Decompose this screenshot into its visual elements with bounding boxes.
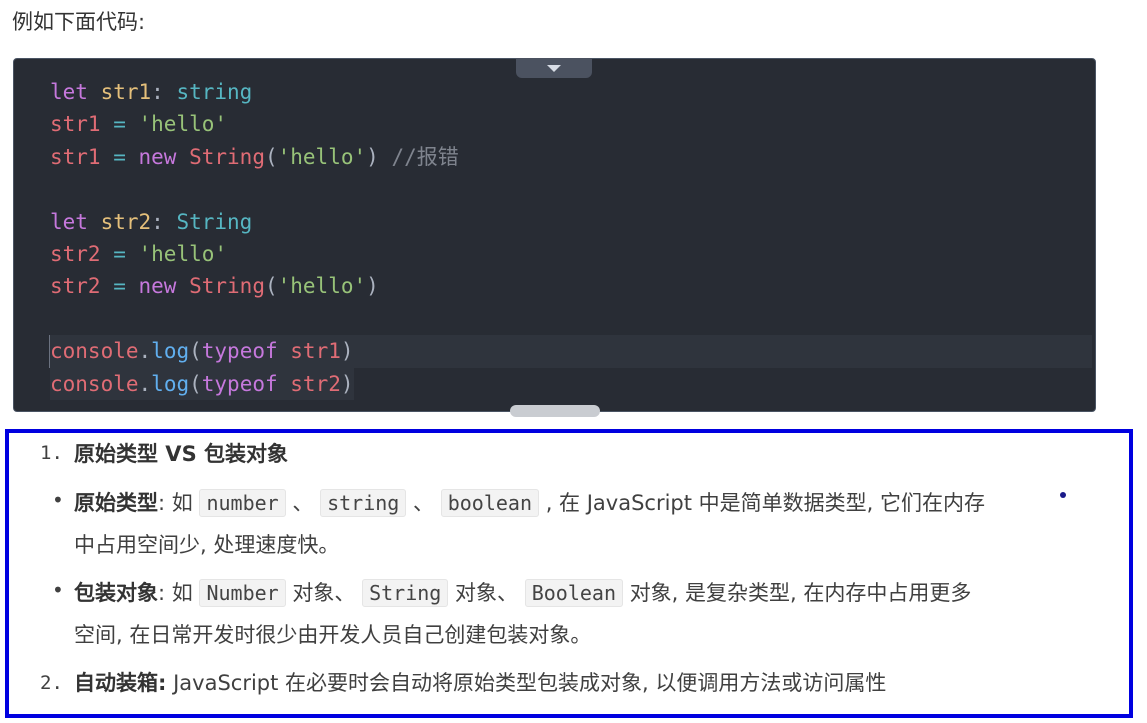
bullet-1-line-2: 中占用空间少, 处理速度快。 [74,533,340,557]
code-content: let str1: string str1 = 'hello' str1 = new… [49,76,1092,400]
list-number-1: 1. [40,442,63,464]
term-primitive: 原始类型 [74,491,158,515]
code-token: new [138,144,177,169]
chevron-down-icon [547,64,561,72]
code-token: let [50,80,88,104]
code-token: 'hello' [277,144,367,169]
code-token: ) [340,371,354,396]
text: 对象、 [455,581,519,605]
code-token: typeof [201,371,278,396]
bullet-2-line-2: 空间, 在日常开发时很少由开发人员自己创建包装对象。 [74,623,592,647]
term-autoboxing: 自动装箱: [74,671,167,695]
code-token: ) [366,274,379,299]
text: 对象, 是复杂类型, 在内存中占用更多 [629,581,972,605]
code-token: String [189,144,265,169]
code-line: str2 = 'hello' [50,238,1092,270]
text: JavaScript 在必要时会自动将原始类型包装成对象, 以便调用方法或访问属… [173,671,887,695]
code-token: str1 [290,339,341,364]
code-block[interactable]: let str1: string str1 = 'hello' str1 = new… [13,58,1096,417]
list-item-1-title: 原始类型 VS 包装对象 [74,442,288,466]
code-token: typeof [201,339,278,364]
inline-code-Number: Number [199,579,286,607]
code-line: str2 = new String('hello') [50,270,1092,302]
code-token: ( [189,371,202,396]
inline-code-string: string [320,489,407,517]
code-token: str1 [50,144,101,169]
highlighted-line: console.log(typeof str2) [50,367,354,400]
code-token: ( [189,339,202,364]
code-line: console.log(typeof str1) [49,335,1092,368]
code-token: str2 [50,274,101,299]
code-token: 'hello' [138,112,228,137]
text-cursor-icon [1060,492,1066,498]
code-token: = [100,241,139,266]
code-token: String [176,209,253,234]
inline-code-boolean: boolean [440,489,539,517]
list-item-2: 自动装箱: JavaScript 在必要时会自动将原始类型包装成对象, 以便调用… [74,668,886,698]
list-number-2: 2. [40,672,63,694]
code-token: = [100,144,139,169]
bullet-2-line-1: 包装对象: 如 Number 对象、 String 对象、 Boolean 对象… [74,572,971,614]
code-token: . [138,339,152,364]
code-token: //报错 [391,144,459,169]
inline-code-number: number [199,489,286,517]
code-token: console [50,339,139,364]
code-token: : [151,80,177,104]
text: 、 [292,491,314,515]
code-line: str1 = 'hello' [50,108,1092,140]
code-token: str1 [100,80,152,104]
code-line: str1 = new String('hello') //报错 [50,141,1092,173]
code-token: let [50,209,88,234]
code-token: str2 [50,241,101,266]
code-token: 'hello' [277,274,367,299]
bullet-1: • [52,488,64,512]
code-token: string [176,80,253,104]
code-token: new [138,274,177,299]
code-token: = [100,274,139,299]
text: : 如 [158,491,193,515]
collapse-toggle-button[interactable] [516,58,592,78]
code-token: String [189,274,265,299]
code-token: log [151,339,190,364]
text: : 如 [158,581,193,605]
code-token: : [151,209,177,234]
inline-code-String: String [362,579,449,607]
code-line: let str2: String [50,206,1092,238]
intro-text: 例如下面代码: [12,10,146,34]
code-token: ( [264,274,278,299]
code-token: str1 [50,112,101,137]
text: 对象、 [292,581,356,605]
bullet-1-line-1: 原始类型: 如 number 、 string 、 boolean , 在 Ja… [74,482,985,524]
text: 、 [413,491,435,515]
code-token: = [100,112,139,137]
code-token: . [138,371,152,396]
code-token: 'hello' [138,241,228,266]
code-token: str2 [100,209,152,234]
code-line: console.log(typeof str2) [50,367,1092,400]
code-token: ( [264,144,278,169]
highlighted-line: console.log(typeof str1) [49,335,1092,368]
code-token: str2 [290,371,341,396]
inline-code-Boolean: Boolean [524,579,623,607]
code-line: let str1: string [50,76,1092,108]
bullet-2: • [52,578,64,602]
code-token: log [151,371,190,396]
text: , 在 JavaScript 中是简单数据类型, 它们在内存 [545,491,986,515]
code-token: ) [340,339,354,364]
code-token: console [50,371,139,396]
horizontal-scrollbar[interactable] [510,405,600,417]
code-token: ) [366,144,392,169]
term-wrapper: 包装对象 [74,581,158,605]
